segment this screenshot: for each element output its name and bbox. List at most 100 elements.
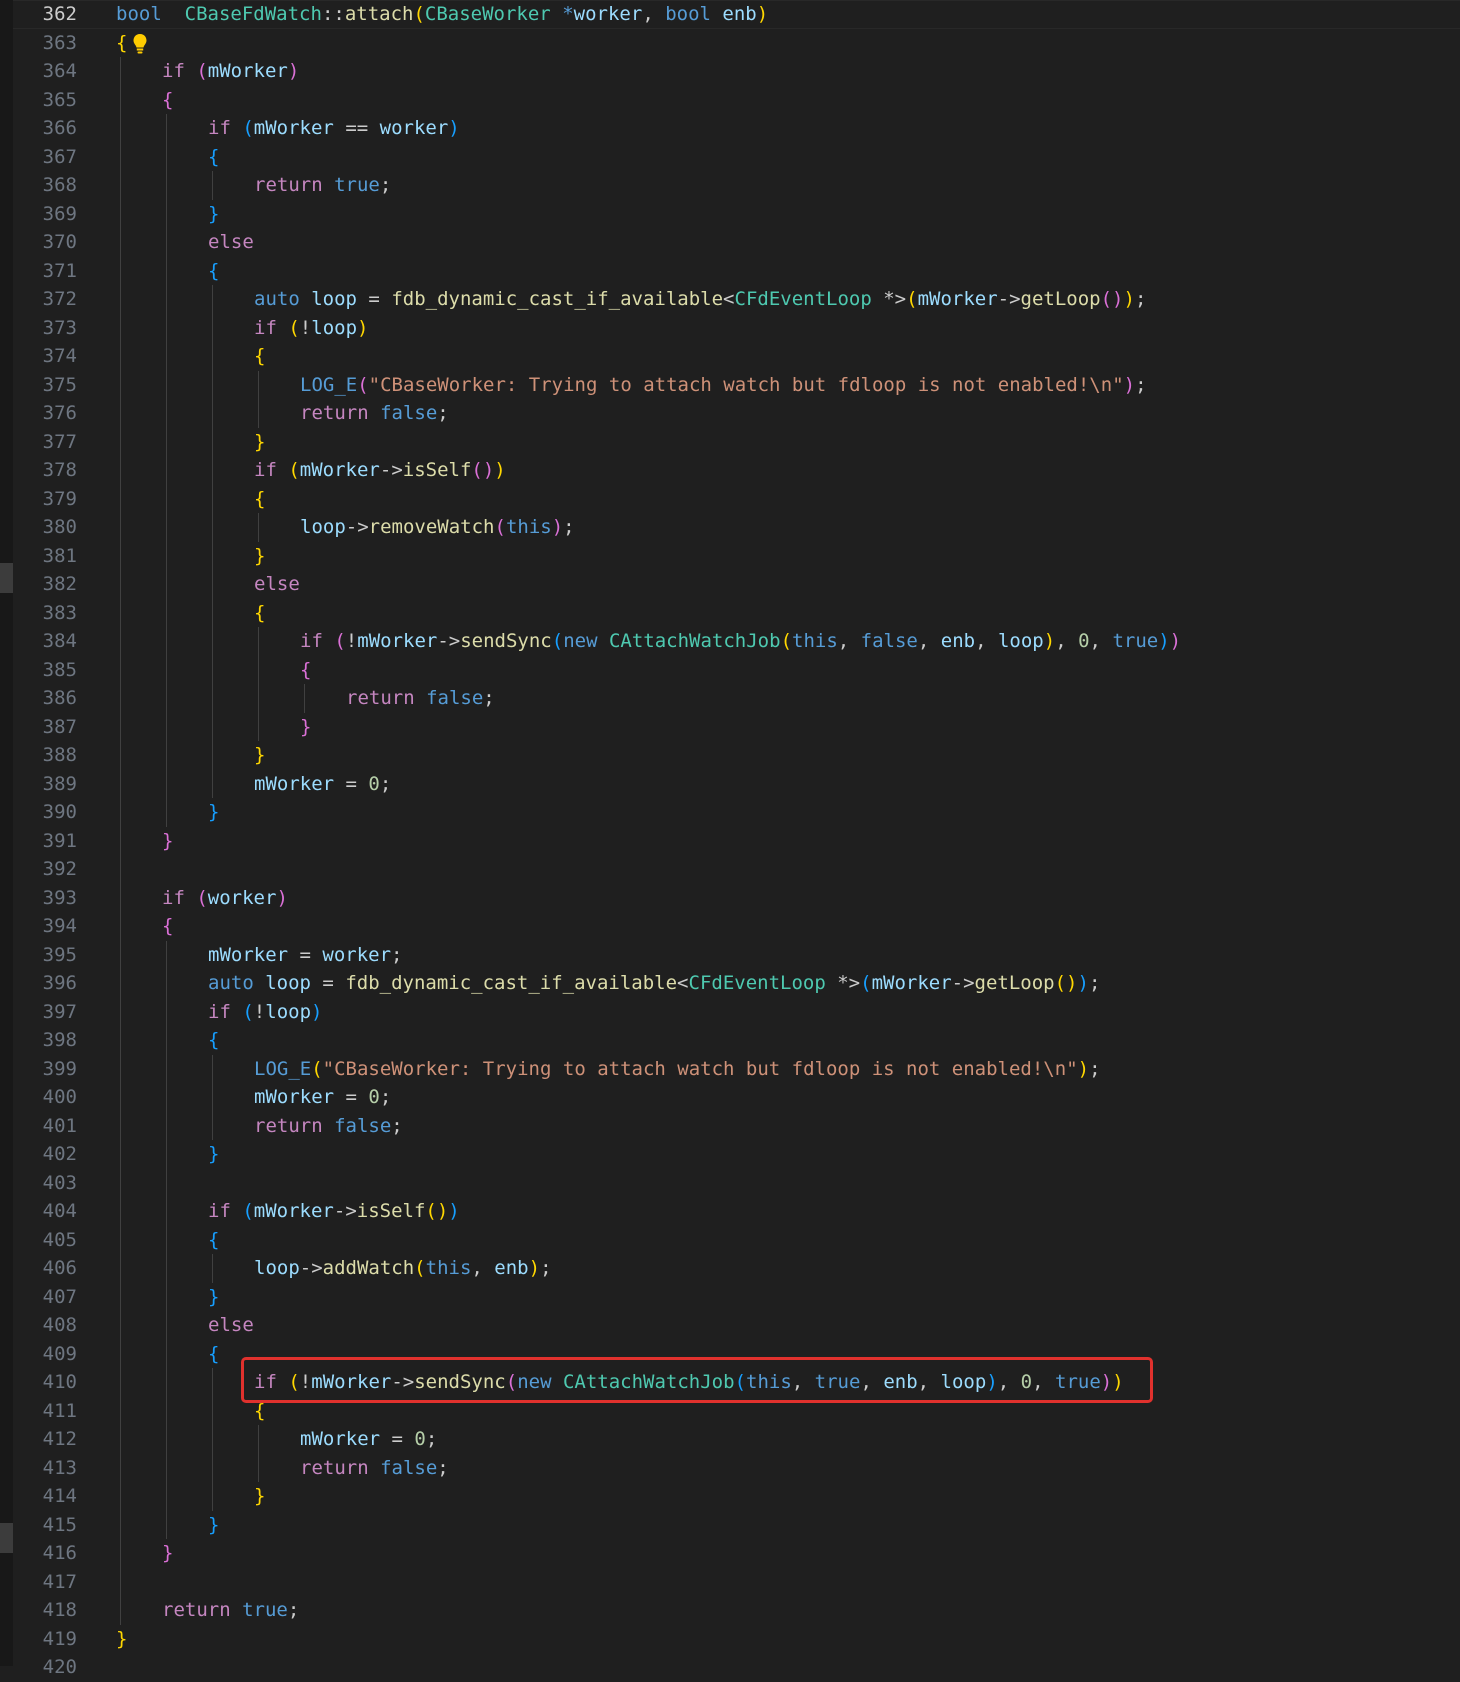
line-number[interactable]: 416: [13, 1539, 77, 1568]
line-number[interactable]: 411: [13, 1397, 77, 1426]
line-number[interactable]: 407: [13, 1283, 77, 1312]
line-number[interactable]: 393: [13, 884, 77, 913]
line-number[interactable]: 386: [13, 684, 77, 713]
line-number[interactable]: 363: [13, 29, 77, 58]
code-line[interactable]: LOG_E("CBaseWorker: Trying to attach wat…: [254, 1055, 1101, 1084]
line-number[interactable]: 412: [13, 1425, 77, 1454]
code-line[interactable]: }: [208, 1283, 219, 1312]
code-line[interactable]: if (!loop): [208, 998, 322, 1027]
line-number[interactable]: 405: [13, 1226, 77, 1255]
line-number[interactable]: 389: [13, 770, 77, 799]
code-line[interactable]: {: [254, 342, 265, 371]
code-line[interactable]: {: [162, 912, 173, 941]
code-line[interactable]: mWorker = 0;: [300, 1425, 437, 1454]
line-number[interactable]: 419: [13, 1625, 77, 1654]
code-line[interactable]: {: [208, 1226, 219, 1255]
code-line[interactable]: return false;: [300, 399, 449, 428]
line-number[interactable]: 383: [13, 599, 77, 628]
line-number[interactable]: 366: [13, 114, 77, 143]
line-number[interactable]: 369: [13, 200, 77, 229]
code-line[interactable]: {: [208, 257, 219, 286]
line-number[interactable]: 392: [13, 855, 77, 884]
code-line[interactable]: mWorker = 0;: [254, 1083, 391, 1112]
line-number[interactable]: 397: [13, 998, 77, 1027]
line-number[interactable]: 413: [13, 1454, 77, 1483]
code-line[interactable]: return true;: [162, 1596, 299, 1625]
code-line[interactable]: {: [208, 1340, 219, 1369]
line-number[interactable]: 390: [13, 798, 77, 827]
code-line[interactable]: if (!loop): [254, 314, 368, 343]
code-line[interactable]: return true;: [254, 171, 391, 200]
code-line[interactable]: mWorker = 0;: [254, 770, 391, 799]
code-line[interactable]: }: [300, 713, 311, 742]
line-number[interactable]: 402: [13, 1140, 77, 1169]
code-line[interactable]: }: [254, 542, 265, 571]
code-line[interactable]: if (mWorker->isSelf()): [254, 456, 506, 485]
code-line[interactable]: if (mWorker == worker): [208, 114, 460, 143]
line-number[interactable]: 384: [13, 627, 77, 656]
line-number[interactable]: 380: [13, 513, 77, 542]
code-line[interactable]: {: [116, 29, 127, 58]
code-line[interactable]: if (mWorker->isSelf()): [208, 1197, 460, 1226]
code-line[interactable]: {: [300, 656, 311, 685]
code-line[interactable]: {: [162, 86, 173, 115]
code-line[interactable]: {: [254, 599, 265, 628]
code-line[interactable]: loop->removeWatch(this);: [300, 513, 575, 542]
line-number[interactable]: 365: [13, 86, 77, 115]
code-line[interactable]: }: [254, 428, 265, 457]
code-line[interactable]: {: [254, 485, 265, 514]
code-line[interactable]: if (worker): [162, 884, 288, 913]
line-number[interactable]: 391: [13, 827, 77, 856]
line-number[interactable]: 409: [13, 1340, 77, 1369]
line-number[interactable]: 400: [13, 1083, 77, 1112]
line-number[interactable]: 368: [13, 171, 77, 200]
line-number[interactable]: 418: [13, 1596, 77, 1625]
line-number[interactable]: 388: [13, 741, 77, 770]
line-number[interactable]: 370: [13, 228, 77, 257]
line-number[interactable]: 372: [13, 285, 77, 314]
code-line[interactable]: }: [208, 798, 219, 827]
code-line[interactable]: else: [254, 570, 300, 599]
code-line[interactable]: }: [254, 1482, 265, 1511]
line-number[interactable]: 404: [13, 1197, 77, 1226]
line-number[interactable]: 376: [13, 399, 77, 428]
line-number[interactable]: 382: [13, 570, 77, 599]
line-number[interactable]: 362: [13, 0, 77, 29]
code-line[interactable]: return false;: [300, 1454, 449, 1483]
code-line[interactable]: auto loop = fdb_dynamic_cast_if_availabl…: [254, 285, 1146, 314]
line-number[interactable]: 374: [13, 342, 77, 371]
line-number[interactable]: 385: [13, 656, 77, 685]
line-number[interactable]: 373: [13, 314, 77, 343]
line-number[interactable]: 378: [13, 456, 77, 485]
line-number[interactable]: 406: [13, 1254, 77, 1283]
line-number[interactable]: 417: [13, 1568, 77, 1597]
code-line[interactable]: }: [162, 827, 173, 856]
lightbulb-icon[interactable]: [132, 33, 148, 55]
code-line[interactable]: auto loop = fdb_dynamic_cast_if_availabl…: [208, 969, 1100, 998]
line-number[interactable]: 381: [13, 542, 77, 571]
line-number[interactable]: 377: [13, 428, 77, 457]
code-line[interactable]: }: [208, 200, 219, 229]
line-number[interactable]: 420: [13, 1653, 77, 1682]
code-line[interactable]: else: [208, 1311, 254, 1340]
line-number[interactable]: 364: [13, 57, 77, 86]
code-line[interactable]: if (!mWorker->sendSync(new CAttachWatchJ…: [300, 627, 1181, 656]
code-line[interactable]: mWorker = worker;: [208, 941, 403, 970]
line-number[interactable]: 379: [13, 485, 77, 514]
line-number[interactable]: 367: [13, 143, 77, 172]
code-line[interactable]: {: [208, 1026, 219, 1055]
code-editor[interactable]: 362 363 364 365 366 367 368 369 370 371 372 373 374 3…: [0, 0, 1460, 1678]
code-line[interactable]: LOG_E("CBaseWorker: Trying to attach wat…: [300, 371, 1147, 400]
code-line[interactable]: }: [208, 1511, 219, 1540]
line-number[interactable]: 387: [13, 713, 77, 742]
code-line[interactable]: {: [208, 143, 219, 172]
line-number[interactable]: 395: [13, 941, 77, 970]
line-number[interactable]: 408: [13, 1311, 77, 1340]
line-number[interactable]: 401: [13, 1112, 77, 1141]
line-number[interactable]: 371: [13, 257, 77, 286]
code-line[interactable]: loop->addWatch(this, enb);: [254, 1254, 552, 1283]
code-line[interactable]: }: [116, 1625, 127, 1654]
line-number[interactable]: 375: [13, 371, 77, 400]
code-line[interactable]: }: [208, 1140, 219, 1169]
line-number[interactable]: 398: [13, 1026, 77, 1055]
